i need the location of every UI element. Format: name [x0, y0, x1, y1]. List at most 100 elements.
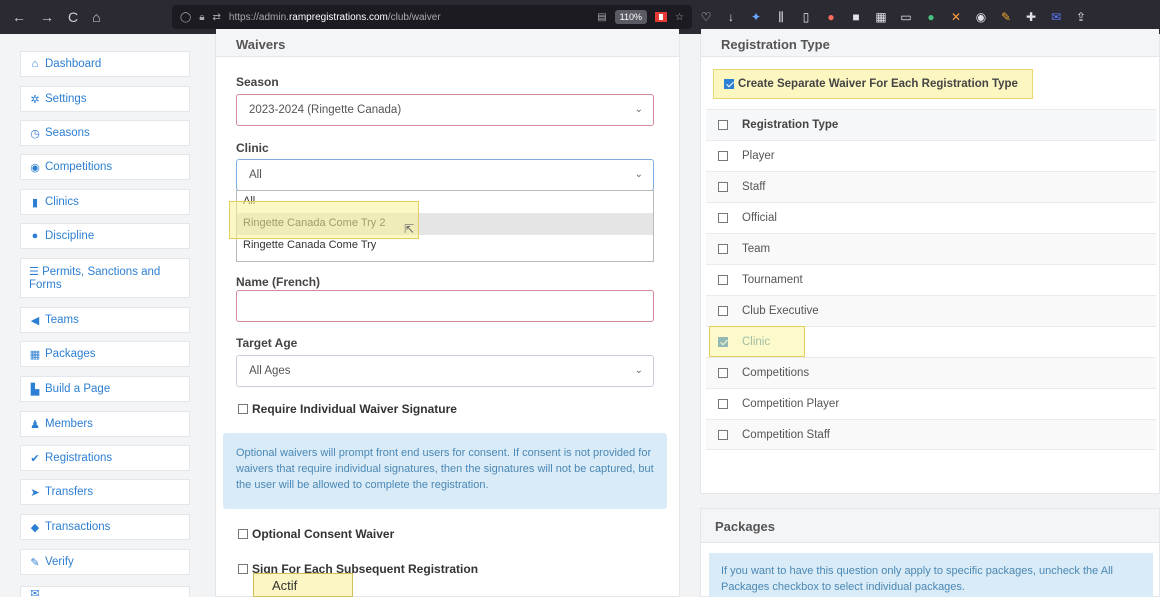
check-icon: ✔ [30, 452, 40, 465]
select-all-checkbox[interactable] [718, 120, 728, 130]
registration-row-staff[interactable]: Staff [706, 171, 1156, 202]
book-icon: ▮ [31, 196, 39, 209]
name-french-input[interactable] [236, 290, 654, 322]
tag-icon: ◆ [30, 521, 40, 534]
pocket-icon[interactable]: ♡ [700, 10, 712, 24]
mail-icon[interactable]: ✉ [1050, 10, 1062, 24]
record-icon[interactable]: ● [825, 10, 837, 24]
sidebar-icon[interactable]: ▯ [800, 10, 812, 24]
grid-app-icon[interactable]: ▦ [875, 10, 887, 24]
share-icon[interactable]: ⇪ [1075, 10, 1087, 24]
registration-row-competitions[interactable]: Competitions [706, 357, 1156, 388]
clinic-select[interactable]: All ⌄ [236, 159, 654, 191]
registration-type-title: Registration Type [701, 29, 1159, 57]
sidebar-item-teams[interactable]: ◀ Teams [20, 307, 190, 333]
registration-row-competition-staff[interactable]: Competition Staff [706, 419, 1156, 450]
checkbox[interactable] [718, 306, 728, 316]
url-text: https://admin.rampregistrations.com/club… [228, 11, 441, 23]
checkbox[interactable] [238, 404, 248, 414]
star-icon[interactable]: ☆ [675, 12, 684, 23]
shield-icon: ◯ [180, 11, 192, 23]
chevron-down-icon: ⌄ [634, 365, 643, 376]
app-icon[interactable]: ■ [850, 10, 862, 24]
sidebar-item-settings[interactable]: ✲ Settings [20, 86, 190, 112]
sidebar-item-seasons[interactable]: ◷ Seasons [20, 120, 190, 146]
plane-icon: ➤ [30, 486, 40, 499]
clinic-highlight [709, 326, 805, 357]
download-icon[interactable]: ↓ [725, 10, 737, 24]
registration-row-club-executive[interactable]: Club Executive [706, 295, 1156, 326]
checkbox[interactable] [718, 244, 728, 254]
reload-icon[interactable]: C [68, 9, 78, 25]
circle-ext-icon[interactable]: ◉ [975, 10, 987, 24]
pencil-icon: ✎ [30, 556, 40, 569]
registration-row-player[interactable]: Player [706, 140, 1156, 171]
sidebar-item-dashboard[interactable]: ⌂ Dashboard [20, 51, 190, 77]
registration-row-team[interactable]: Team [706, 233, 1156, 264]
name-french-label: Name (French) [236, 275, 321, 289]
chevron-down-icon: ⌄ [634, 169, 643, 180]
close-ext-icon[interactable]: ✕ [950, 10, 962, 24]
sidebar-item-discipline[interactable]: ● Discipline [20, 223, 190, 249]
target-age-select[interactable]: All Ages ⌄ [236, 355, 654, 387]
clock-icon: ◷ [30, 127, 40, 140]
chevron-down-icon: ⌄ [634, 104, 643, 115]
alert-icon: ● [31, 230, 39, 242]
brush-icon[interactable]: ✎ [1000, 10, 1012, 24]
registration-row-tournament[interactable]: Tournament [706, 264, 1156, 295]
globe-icon: ◉ [30, 161, 40, 174]
checkbox[interactable] [718, 399, 728, 409]
optional-waiver-info: Optional waivers will prompt front end u… [223, 433, 667, 509]
checkbox[interactable] [718, 368, 728, 378]
zoom-level[interactable]: 110% [614, 10, 648, 24]
url-bar[interactable]: ◯ 🔒︎ ⇄ https://admin.rampregistrations.c… [172, 5, 692, 29]
checkbox[interactable] [718, 275, 728, 285]
clinic-label: Clinic [236, 141, 269, 155]
separate-waiver-checkbox[interactable]: Create Separate Waiver For Each Registra… [713, 69, 1033, 99]
checkbox[interactable] [724, 79, 734, 89]
sidebar-item-transfers[interactable]: ➤ Transfers [20, 479, 190, 505]
extension-icon[interactable]: ✦ [750, 10, 762, 24]
green-ext-icon[interactable]: ● [925, 10, 937, 24]
registration-type-header: Registration Type [706, 109, 1156, 140]
forward-icon[interactable]: → [40, 9, 54, 25]
optional-consent-checkbox[interactable]: Optional Consent Waiver [238, 527, 394, 541]
sidebar-item-registrations[interactable]: ✔ Registrations [20, 445, 190, 471]
actif-tooltip: Actif [253, 573, 353, 597]
registration-type-panel: Registration Type Create Separate Waiver… [700, 29, 1160, 494]
sidebar-item-transactions[interactable]: ◆ Transactions [20, 514, 190, 540]
sidebar-item-mail[interactable]: ✉ [20, 586, 190, 597]
home-icon[interactable]: ⌂ [92, 9, 100, 25]
registration-row-competition-player[interactable]: Competition Player [706, 388, 1156, 419]
target-age-label: Target Age [236, 336, 298, 350]
season-select[interactable]: 2023-2024 (Ringette Canada) ⌄ [236, 94, 654, 126]
lock-icon: 🔒︎ [199, 11, 205, 23]
notes-icon[interactable]: ▭ [900, 10, 912, 24]
waivers-panel: Waivers Season 2023-2024 (Ringette Canad… [215, 29, 680, 597]
sidebar-item-clinics[interactable]: ▮ Clinics [20, 189, 190, 215]
flag-icon [655, 12, 668, 22]
back-icon[interactable]: ← [12, 9, 26, 25]
require-signature-checkbox[interactable]: Require Individual Waiver Signature [238, 402, 457, 416]
library-icon[interactable]: ⫼ [775, 10, 787, 25]
checkbox[interactable] [718, 213, 728, 223]
sidebar-item-members[interactable]: ♟ Members [20, 411, 190, 437]
registration-row-official[interactable]: Official [706, 202, 1156, 233]
sidebar-item-packages[interactable]: ▦ Packages [20, 341, 190, 367]
permissions-icon: ⇄ [212, 11, 221, 23]
option-highlight [229, 201, 419, 239]
sidebar-item-build-a-page[interactable]: ▙ Build a Page [20, 376, 190, 402]
sidebar-item-competitions[interactable]: ◉ Competitions [20, 154, 190, 180]
sidebar-item-verify[interactable]: ✎ Verify [20, 549, 190, 575]
browser-nav: ← → C ⌂ [0, 9, 160, 25]
megaphone-icon: ◀ [30, 314, 40, 327]
checkbox[interactable] [238, 529, 248, 539]
checkbox[interactable] [718, 182, 728, 192]
user-icon: ♟ [30, 418, 40, 431]
checkbox[interactable] [238, 564, 248, 574]
checkbox[interactable] [718, 429, 728, 440]
checkbox[interactable] [718, 151, 728, 161]
puzzle-icon[interactable]: ✚ [1025, 10, 1037, 24]
sidebar-item-permits[interactable]: ☰ Permits, Sanctions and Forms [20, 258, 190, 298]
reader-icon[interactable]: ▤ [597, 12, 606, 23]
